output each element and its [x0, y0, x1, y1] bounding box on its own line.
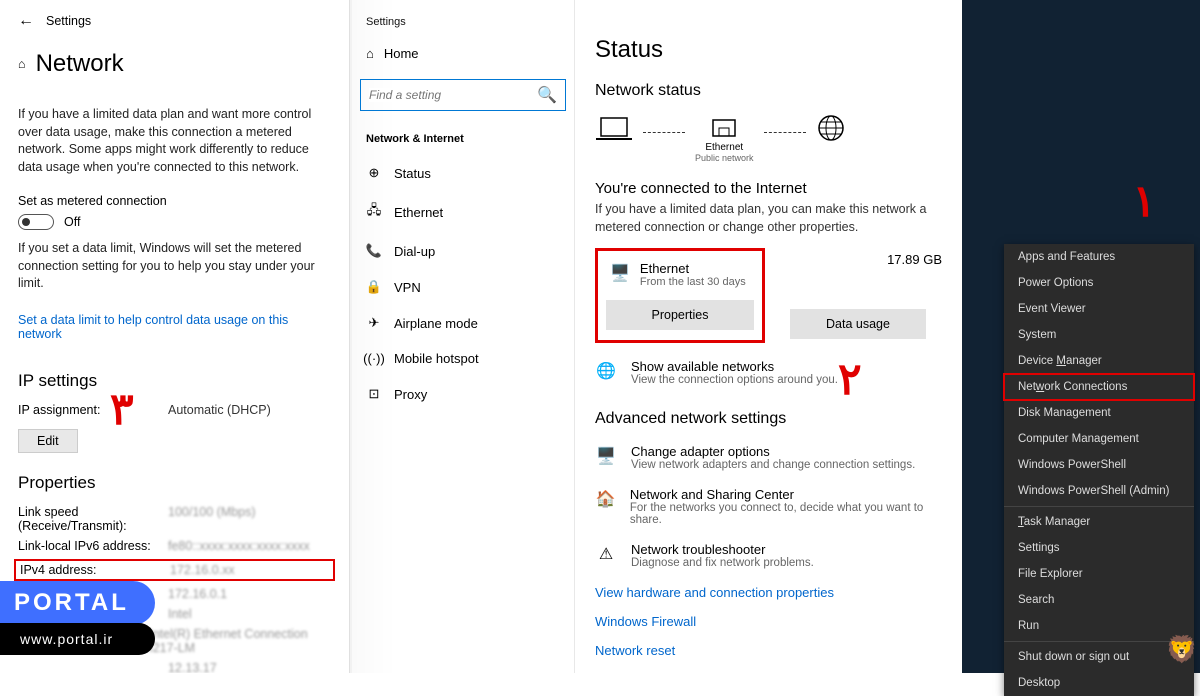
home-nav[interactable]: ⌂ Home — [352, 34, 574, 73]
search-box[interactable]: 🔍 — [360, 79, 566, 111]
lion-emoji-icon: 🦁 — [1166, 634, 1198, 665]
properties-button[interactable]: Properties — [606, 300, 754, 330]
ethernet-icon: 🖧 — [366, 201, 382, 223]
portal-url: www.portal.ir — [0, 623, 155, 655]
network-status-label: Network status — [595, 82, 942, 100]
settings-label: Settings — [46, 14, 91, 28]
globe-icon — [816, 114, 846, 144]
winx-context-menu: Apps and FeaturesPower OptionsEvent View… — [1004, 244, 1194, 696]
nav-status[interactable]: ⊕Status — [352, 155, 574, 191]
data-usage-value: 17.89 GB — [887, 252, 942, 267]
status-icon: ⊕ — [366, 165, 382, 181]
cutoff-heading — [18, 92, 331, 96]
menu-task-manager[interactable]: Task Manager — [1004, 509, 1194, 535]
menu-search[interactable]: Search — [1004, 587, 1194, 613]
nav-proxy[interactable]: ⊡Proxy — [352, 376, 574, 412]
connected-title: You're connected to the Internet — [595, 180, 942, 197]
menu-desktop[interactable]: Desktop — [1004, 670, 1194, 696]
menu-event-viewer[interactable]: Event Viewer — [1004, 296, 1194, 322]
network-diagram: EthernetPublic network — [595, 114, 942, 164]
panel-winx-menu: Apps and FeaturesPower OptionsEvent View… — [962, 0, 1200, 673]
portal-brand: PORTAL — [0, 581, 155, 625]
status-title: Status — [595, 36, 942, 64]
menu-apps-and-features[interactable]: Apps and Features — [1004, 244, 1194, 270]
toggle-state: Off — [64, 215, 80, 229]
ip-assignment-value: Automatic (DHCP) — [168, 403, 271, 417]
nav-ethernet[interactable]: 🖧Ethernet — [352, 191, 574, 233]
ethernet-name: Ethernet — [640, 261, 746, 276]
ethernet-card: 🖥️ Ethernet From the last 30 days Proper… — [595, 248, 765, 343]
ip-settings-heading: IP settings — [18, 371, 331, 391]
nav-vpn[interactable]: 🔒VPN — [352, 269, 574, 305]
menu-file-explorer[interactable]: File Explorer — [1004, 561, 1194, 587]
link-network-reset[interactable]: Network reset — [595, 643, 942, 658]
dialup-icon: 📞 — [366, 243, 382, 259]
menu-settings[interactable]: Settings — [1004, 535, 1194, 561]
edit-button[interactable]: Edit — [18, 429, 78, 453]
ethernet-sub: From the last 30 days — [640, 276, 746, 288]
settings-sidebar: Settings ⌂ Home 🔍 Network & Internet ⊕St… — [350, 0, 575, 673]
category-label: Network & Internet — [352, 127, 574, 155]
advanced-heading: Advanced network settings — [595, 410, 942, 428]
property-row: Link speed (Receive/Transmit):100/100 (M… — [18, 505, 331, 533]
home-icon: ⌂ — [366, 46, 374, 61]
adv-icon: 🏠 — [595, 487, 616, 526]
menu-computer-management[interactable]: Computer Management — [1004, 426, 1194, 452]
ethernet-icon — [709, 116, 739, 142]
nav-dial-up[interactable]: 📞Dial-up — [352, 233, 574, 269]
page-title-network: Network — [36, 50, 124, 78]
menu-network-connections[interactable]: Network Connections — [1004, 374, 1194, 400]
show-available-item[interactable]: 🌐 Show available networksView the connec… — [595, 359, 942, 386]
annotation-2: ٢ — [838, 354, 862, 405]
property-row: IPv4 address:172.16.0.xx — [14, 559, 335, 581]
search-icon: 🔍 — [537, 85, 557, 105]
search-input[interactable] — [369, 88, 537, 102]
link-view-hardware-and-connection-properties[interactable]: View hardware and connection properties — [595, 585, 942, 600]
set-metered-label: Set as metered connection — [18, 194, 331, 208]
limit-desc: If you set a data limit, Windows will se… — [18, 240, 331, 293]
adv-item[interactable]: 🖥️Change adapter optionsView network ada… — [595, 444, 942, 471]
annotation-1: ١ — [1132, 176, 1156, 227]
portal-badge: PORTAL www.portal.ir — [0, 581, 155, 655]
hotspot-icon: ((·)) — [366, 351, 382, 366]
adv-icon: ⚠ — [595, 542, 617, 569]
menu-system[interactable]: System — [1004, 322, 1194, 348]
laptop-icon — [595, 116, 633, 142]
proxy-icon: ⊡ — [366, 386, 382, 402]
metered-toggle[interactable] — [18, 214, 54, 230]
adv-item[interactable]: 🏠Network and Sharing CenterFor the netwo… — [595, 487, 942, 526]
nav-mobile-hotspot[interactable]: ((·))Mobile hotspot — [352, 341, 574, 376]
menu-windows-powershell-admin-[interactable]: Windows PowerShell (Admin) — [1004, 478, 1194, 504]
link-windows-firewall[interactable]: Windows Firewall — [595, 614, 942, 629]
panel-network-status: Settings ⌂ Home 🔍 Network & Internet ⊕St… — [350, 0, 962, 673]
menu-disk-management[interactable]: Disk Management — [1004, 400, 1194, 426]
ethernet-card-icon: 🖥️ — [610, 263, 630, 288]
nav-airplane-mode[interactable]: ✈Airplane mode — [352, 305, 574, 341]
metered-desc: If you have a limited data plan and want… — [18, 106, 331, 176]
globe-small-icon: 🌐 — [595, 359, 617, 386]
connected-sub: If you have a limited data plan, you can… — [595, 201, 942, 236]
properties-heading: Properties — [18, 473, 331, 493]
back-icon[interactable]: ← — [18, 12, 34, 30]
airplane-icon: ✈ — [366, 315, 382, 331]
adv-item[interactable]: ⚠Network troubleshooterDiagnose and fix … — [595, 542, 942, 569]
property-row: Link-local IPv6 address:fe80::xxxx:xxxx:… — [18, 539, 331, 553]
menu-power-options[interactable]: Power Options — [1004, 270, 1194, 296]
adv-icon: 🖥️ — [595, 444, 617, 471]
home-glyph-icon: ⌂ — [18, 57, 26, 71]
status-main: Status Network status EthernetPublic net… — [575, 0, 962, 673]
menu-windows-powershell[interactable]: Windows PowerShell — [1004, 452, 1194, 478]
settings-label: Settings — [352, 10, 574, 34]
annotation-3: ٣ — [110, 384, 134, 435]
set-data-limit-link[interactable]: Set a data limit to help control data us… — [18, 313, 331, 341]
data-usage-button[interactable]: Data usage — [790, 309, 926, 339]
ip-assignment-label: IP assignment: — [18, 403, 168, 417]
vpn-icon: 🔒 — [366, 279, 382, 295]
panel-network-properties: ← Settings ⌂ Network If you have a limit… — [0, 0, 350, 673]
property-row: 12.13.17 — [18, 661, 331, 674]
menu-device-manager[interactable]: Device Manager — [1004, 348, 1194, 374]
